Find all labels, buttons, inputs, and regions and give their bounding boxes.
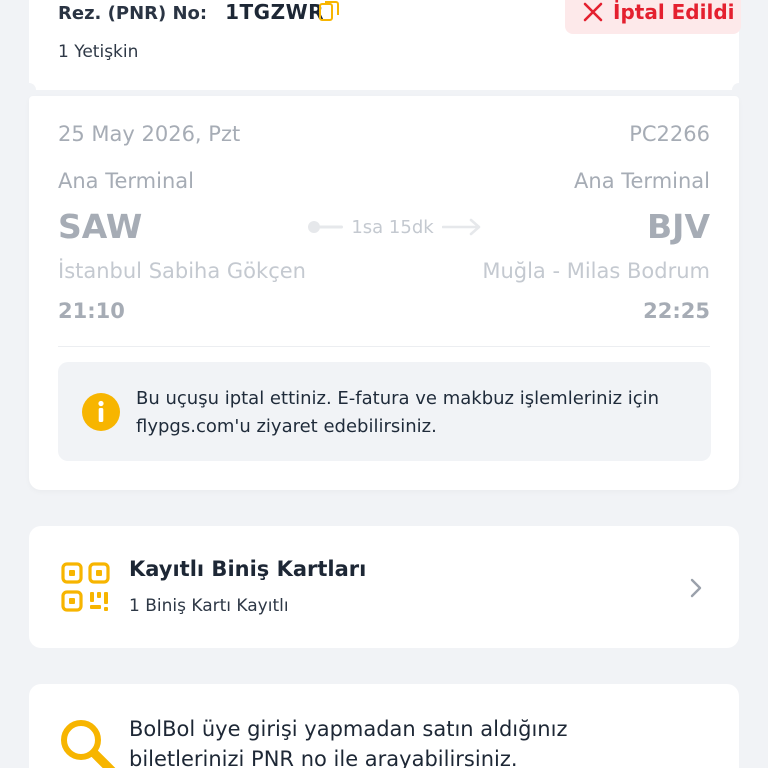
info-message: Bu uçuşu iptal ettiniz. E-fatura ve makb… [136, 388, 660, 437]
bolbol-card[interactable]: BolBol üye girişi yapmadan satın aldığın… [29, 684, 739, 768]
search-icon [61, 720, 116, 768]
destination-terminal: Ana Terminal [574, 169, 710, 193]
pnr-label: Rez. (PNR) No: [58, 3, 208, 24]
arrow-right-icon [442, 218, 481, 236]
booking-card: Rez. (PNR) No: 1TGZWR 1 Yetişkin İptal E… [29, 0, 741, 90]
destination-code: BJV [647, 207, 710, 246]
origin-terminal: Ana Terminal [58, 169, 194, 193]
origin-code: SAW [58, 207, 143, 246]
divider [58, 346, 710, 347]
status-badge: İptal Edildi [565, 0, 741, 34]
pnr-row: Rez. (PNR) No: 1TGZWR [58, 0, 324, 24]
boarding-passes-title: Kayıtlı Biniş Kartları [129, 557, 367, 581]
boarding-passes-card[interactable]: Kayıtlı Biniş Kartları 1 Biniş Kartı Kay… [29, 526, 739, 648]
duration-text: 1sa 15dk [351, 216, 434, 238]
close-x-icon [583, 2, 603, 22]
flight-card: 25 May 2026, Pzt PC2266 Ana Terminal Ana… [29, 96, 739, 490]
origin-city: İstanbul Sabiha Gökçen [58, 259, 306, 283]
departure-time: 21:10 [58, 299, 125, 323]
arrival-time: 22:25 [643, 299, 710, 323]
ticket-notch-left [22, 83, 36, 97]
destination-city: Muğla - Milas Bodrum [482, 259, 710, 283]
chevron-right-icon[interactable] [689, 577, 703, 599]
status-text: İptal Edildi [613, 0, 735, 24]
pnr-value: 1TGZWR [225, 0, 325, 24]
passenger-count: 1 Yetişkin [58, 42, 139, 62]
flight-number: PC2266 [629, 122, 710, 146]
cancel-info-box: Bu uçuşu iptal ettiniz. E-fatura ve makb… [58, 362, 711, 461]
ticket-notch-right [732, 83, 746, 97]
boarding-passes-count: 1 Biniş Kartı Kayıtlı [129, 596, 289, 616]
qr-code-icon [61, 562, 110, 612]
departure-dot-icon [308, 221, 343, 233]
flight-date: 25 May 2026, Pzt [58, 122, 241, 146]
info-icon [82, 393, 120, 431]
copy-icon[interactable] [318, 0, 340, 22]
flight-duration: 1sa 15dk [307, 212, 482, 242]
bolbol-info-text: BolBol üye girişi yapmadan satın aldığın… [129, 717, 568, 768]
